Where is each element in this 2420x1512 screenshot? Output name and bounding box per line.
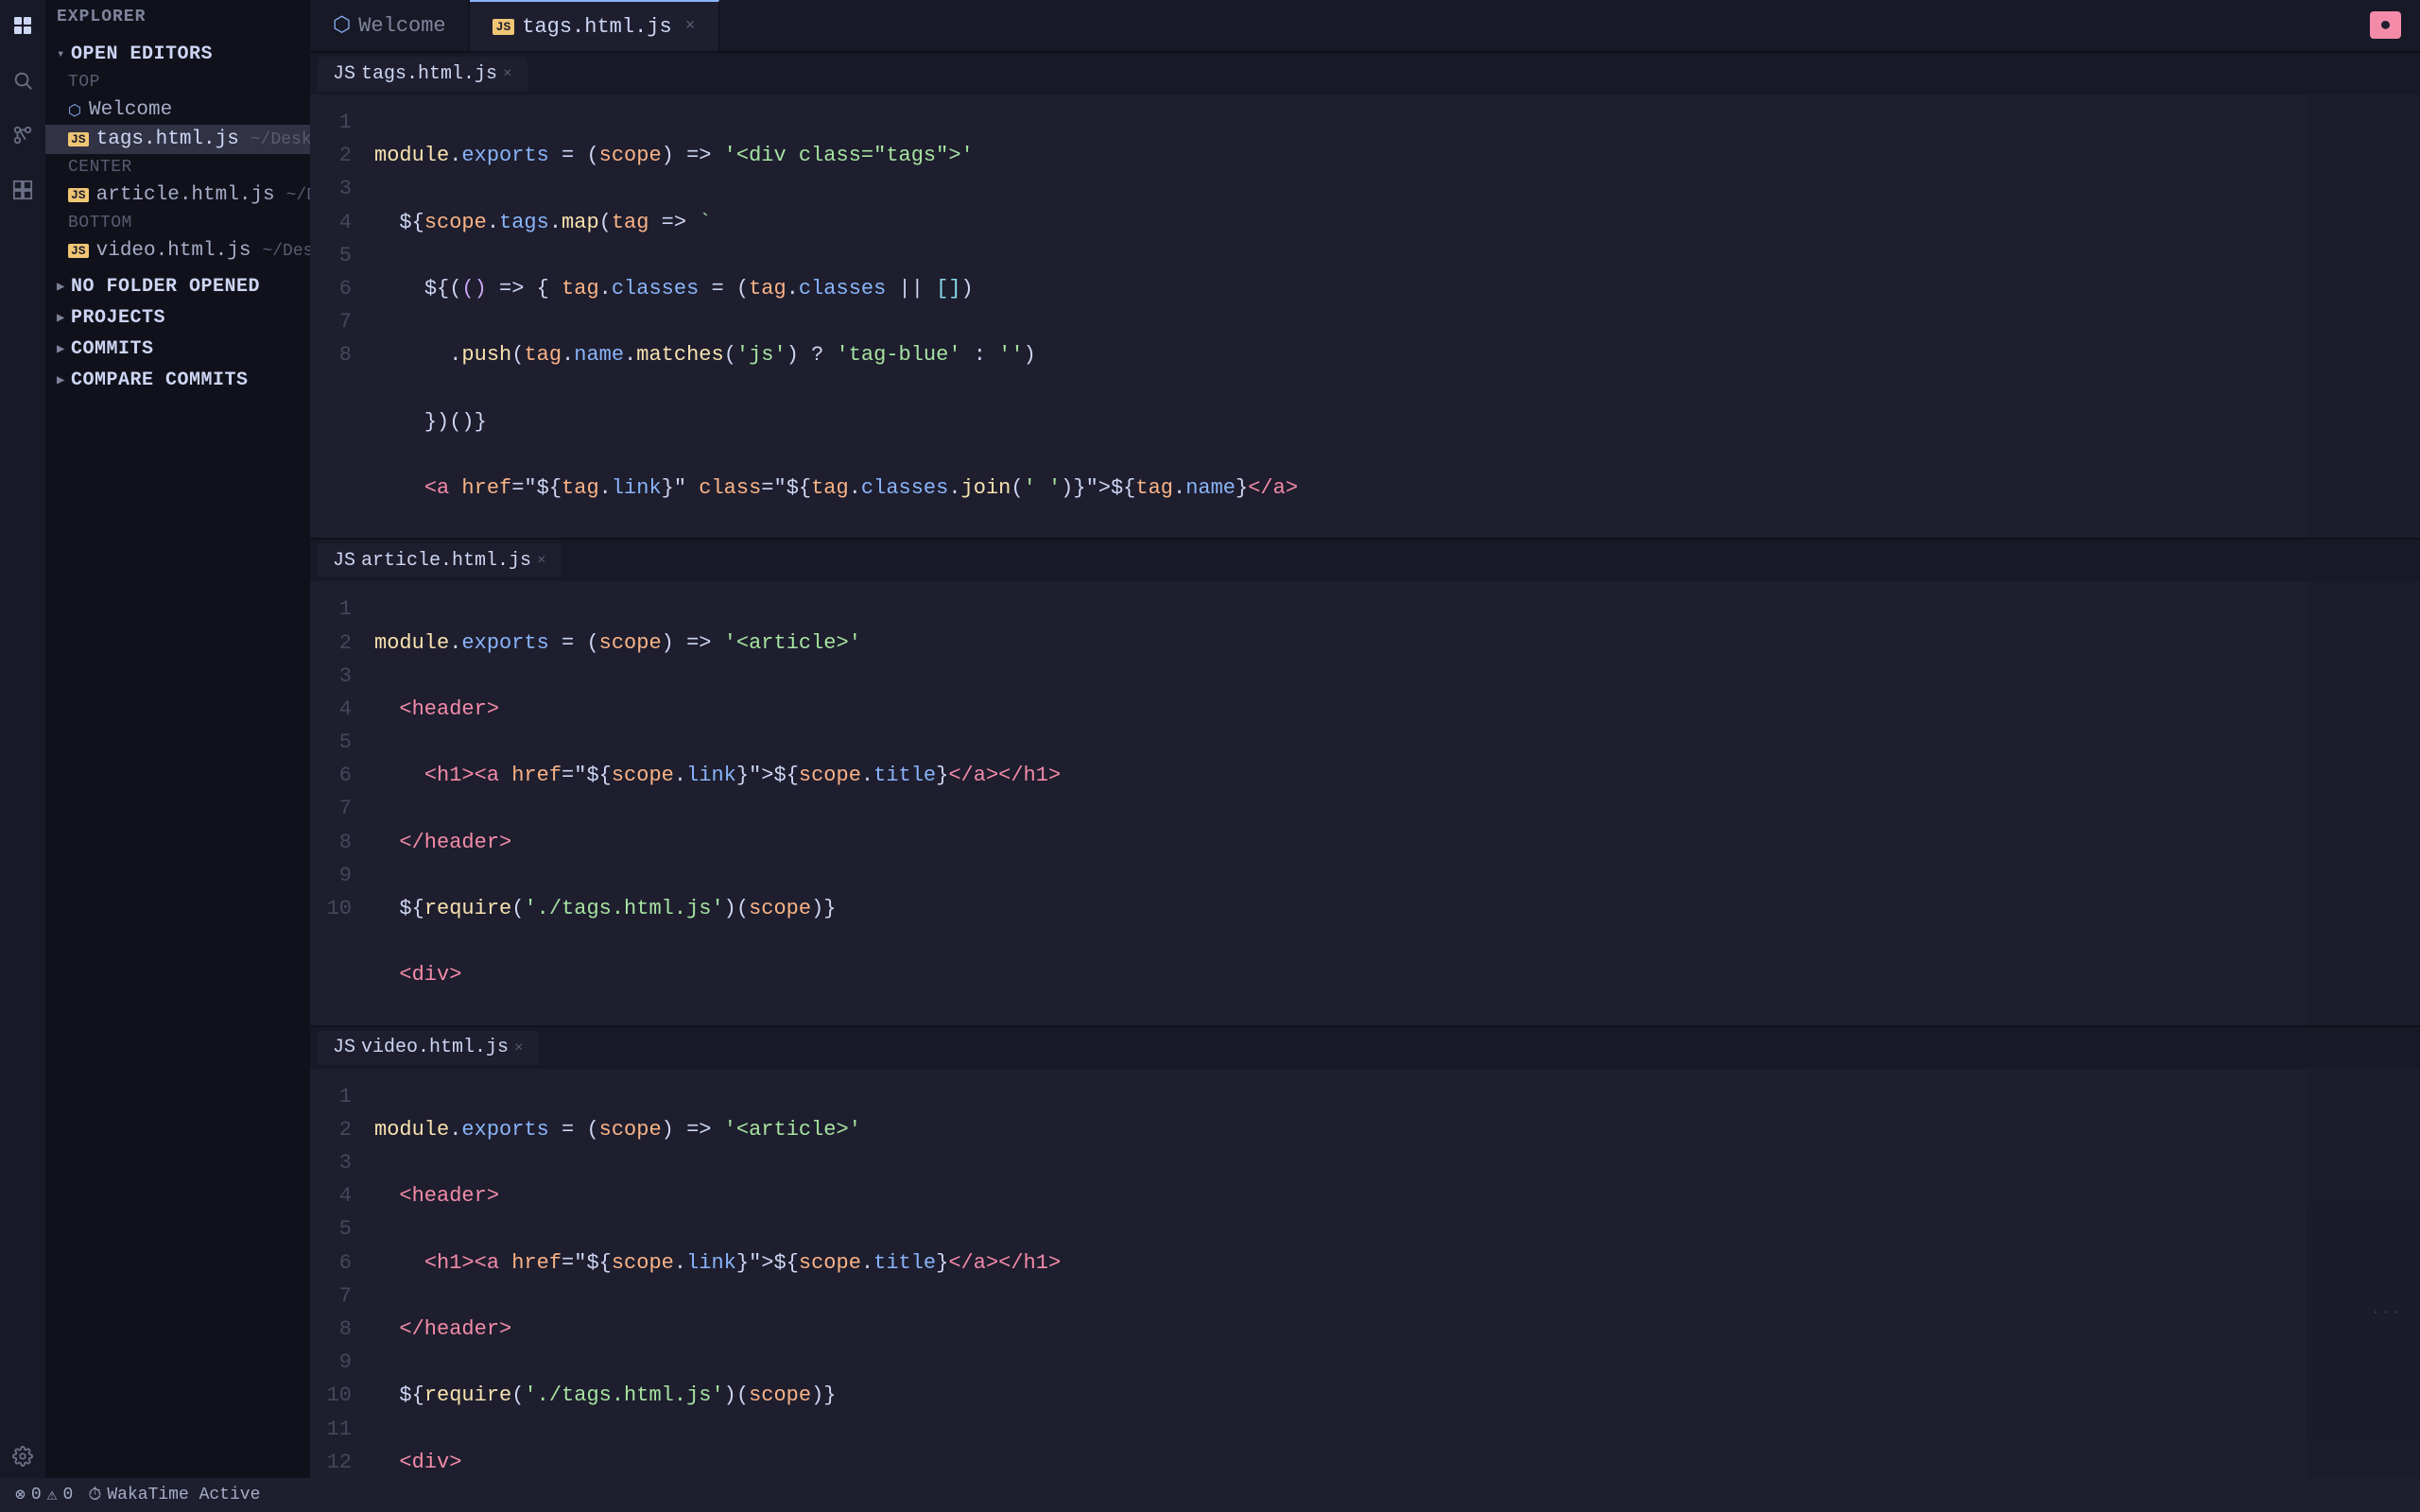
group-label-bottom: BOTTOM	[45, 210, 310, 236]
pane-close-tags[interactable]: ×	[503, 65, 512, 82]
pane-tags-tabbar: JS tags.html.js ×	[310, 53, 2420, 94]
js-badge-tags: JS	[493, 19, 515, 35]
open-editors-section: ▾ OPEN EDITORS TOP ⬡ Welcome JS tags.htm…	[45, 34, 310, 271]
sidebar: EXPLORER ▾ OPEN EDITORS TOP ⬡ Welcome JS…	[45, 0, 310, 1512]
commits-item[interactable]: ▶ COMMITS	[45, 334, 310, 365]
pane-tab-video[interactable]: JS video.html.js ×	[318, 1031, 539, 1065]
pane-close-video[interactable]: ×	[514, 1040, 524, 1057]
welcome-file-icon: ⬡	[68, 101, 81, 120]
sidebar-file-welcome[interactable]: ⬡ Welcome	[45, 95, 310, 125]
minimap-tags	[2307, 94, 2420, 538]
status-bar: ⊗ 0 ⚠ 0 ⏱ WakaTime Active	[0, 1478, 2420, 1512]
compare-commits-chevron: ▶	[57, 372, 65, 388]
pane-video-tabbar: JS video.html.js ×	[310, 1027, 2420, 1069]
projects-chevron: ▶	[57, 310, 65, 326]
welcome-tab-icon: ⬡	[333, 13, 351, 38]
code-content-article[interactable]: module.exports = (scope) => '<article>' …	[367, 581, 2307, 1024]
line-numbers-article: 12345678910	[310, 581, 367, 1024]
status-wakatime[interactable]: ⏱ WakaTime Active	[88, 1486, 260, 1505]
search-icon[interactable]	[5, 62, 41, 98]
sidebar-header: EXPLORER	[45, 0, 310, 34]
activity-bar	[0, 0, 45, 1512]
wakatime-icon: ⏱	[88, 1486, 101, 1505]
pane-close-article[interactable]: ×	[537, 552, 546, 569]
minimap-video: ···	[2307, 1069, 2420, 1512]
pane-tags: JS tags.html.js × 12345678 module.export…	[310, 53, 2420, 540]
close-tab-tags[interactable]: ×	[685, 17, 696, 36]
pane-article-tabbar: JS article.html.js ×	[310, 540, 2420, 581]
no-folder-chevron: ▶	[57, 279, 65, 295]
commits-chevron: ▶	[57, 341, 65, 357]
pane-article: JS article.html.js × 12345678910 module.…	[310, 540, 2420, 1026]
extensions-icon[interactable]	[5, 172, 41, 208]
editor-panes: JS tags.html.js × 12345678 module.export…	[310, 53, 2420, 1512]
top-right-controls: ⏺	[2370, 11, 2401, 39]
record-button[interactable]: ⏺	[2370, 11, 2401, 39]
line-numbers-video: 123456789101112	[310, 1069, 367, 1512]
code-view-video: 123456789101112 module.exports = (scope)…	[310, 1069, 2420, 1512]
error-icon: ⊗	[15, 1485, 26, 1505]
settings-icon[interactable]	[5, 1438, 41, 1474]
sidebar-file-video[interactable]: JS video.html.js ~/Desktop	[45, 236, 310, 266]
code-view-tags: 12345678 module.exports = (scope) => '<d…	[310, 94, 2420, 538]
status-errors[interactable]: ⊗ 0 ⚠ 0	[15, 1485, 73, 1505]
explorer-icon[interactable]	[5, 8, 41, 43]
code-view-article: 12345678910 module.exports = (scope) => …	[310, 581, 2420, 1024]
code-content-video[interactable]: module.exports = (scope) => '<article>' …	[367, 1069, 2307, 1512]
group-label-top: TOP	[45, 69, 310, 95]
no-folder-item[interactable]: ▶ NO FOLDER OPENED	[45, 271, 310, 302]
js-file-icon-article: JS	[68, 188, 89, 202]
pane-tab-article[interactable]: JS article.html.js ×	[318, 543, 562, 577]
main-tab-bar: ⬡ Welcome JS tags.html.js ×	[310, 0, 2420, 53]
compare-commits-item[interactable]: ▶ COMPARE COMMITS	[45, 365, 310, 396]
pane-tab-tags[interactable]: JS tags.html.js ×	[318, 57, 527, 91]
js-badge-pane-tags: JS	[333, 63, 355, 85]
open-editors-label[interactable]: ▾ OPEN EDITORS	[45, 40, 310, 69]
sidebar-file-article[interactable]: JS article.html.js ~/Desktop	[45, 180, 310, 210]
projects-item[interactable]: ▶ PROJECTS	[45, 302, 310, 334]
js-badge-pane-video: JS	[333, 1037, 355, 1058]
open-editors-chevron: ▾	[57, 46, 65, 62]
js-badge-pane-article: JS	[333, 550, 355, 572]
code-content-tags[interactable]: module.exports = (scope) => '<div class=…	[367, 94, 2307, 538]
minimap-article	[2307, 581, 2420, 1024]
js-file-icon-video: JS	[68, 244, 89, 258]
group-label-center: CENTER	[45, 154, 310, 180]
tab-tags[interactable]: JS tags.html.js ×	[470, 0, 719, 51]
line-numbers-tags: 12345678	[310, 94, 367, 538]
git-icon[interactable]	[5, 117, 41, 153]
js-file-icon-tags: JS	[68, 132, 89, 146]
warning-icon: ⚠	[47, 1485, 58, 1505]
minimap-decoration: ···	[2371, 1304, 2401, 1323]
tab-welcome[interactable]: ⬡ Welcome	[310, 0, 470, 51]
pane-video: JS video.html.js × 123456789101112 modul…	[310, 1027, 2420, 1512]
sidebar-file-tags[interactable]: JS tags.html.js ~/Desktop	[45, 125, 310, 154]
editor-area: ⬡ Welcome JS tags.html.js × JS tags.html…	[310, 0, 2420, 1512]
